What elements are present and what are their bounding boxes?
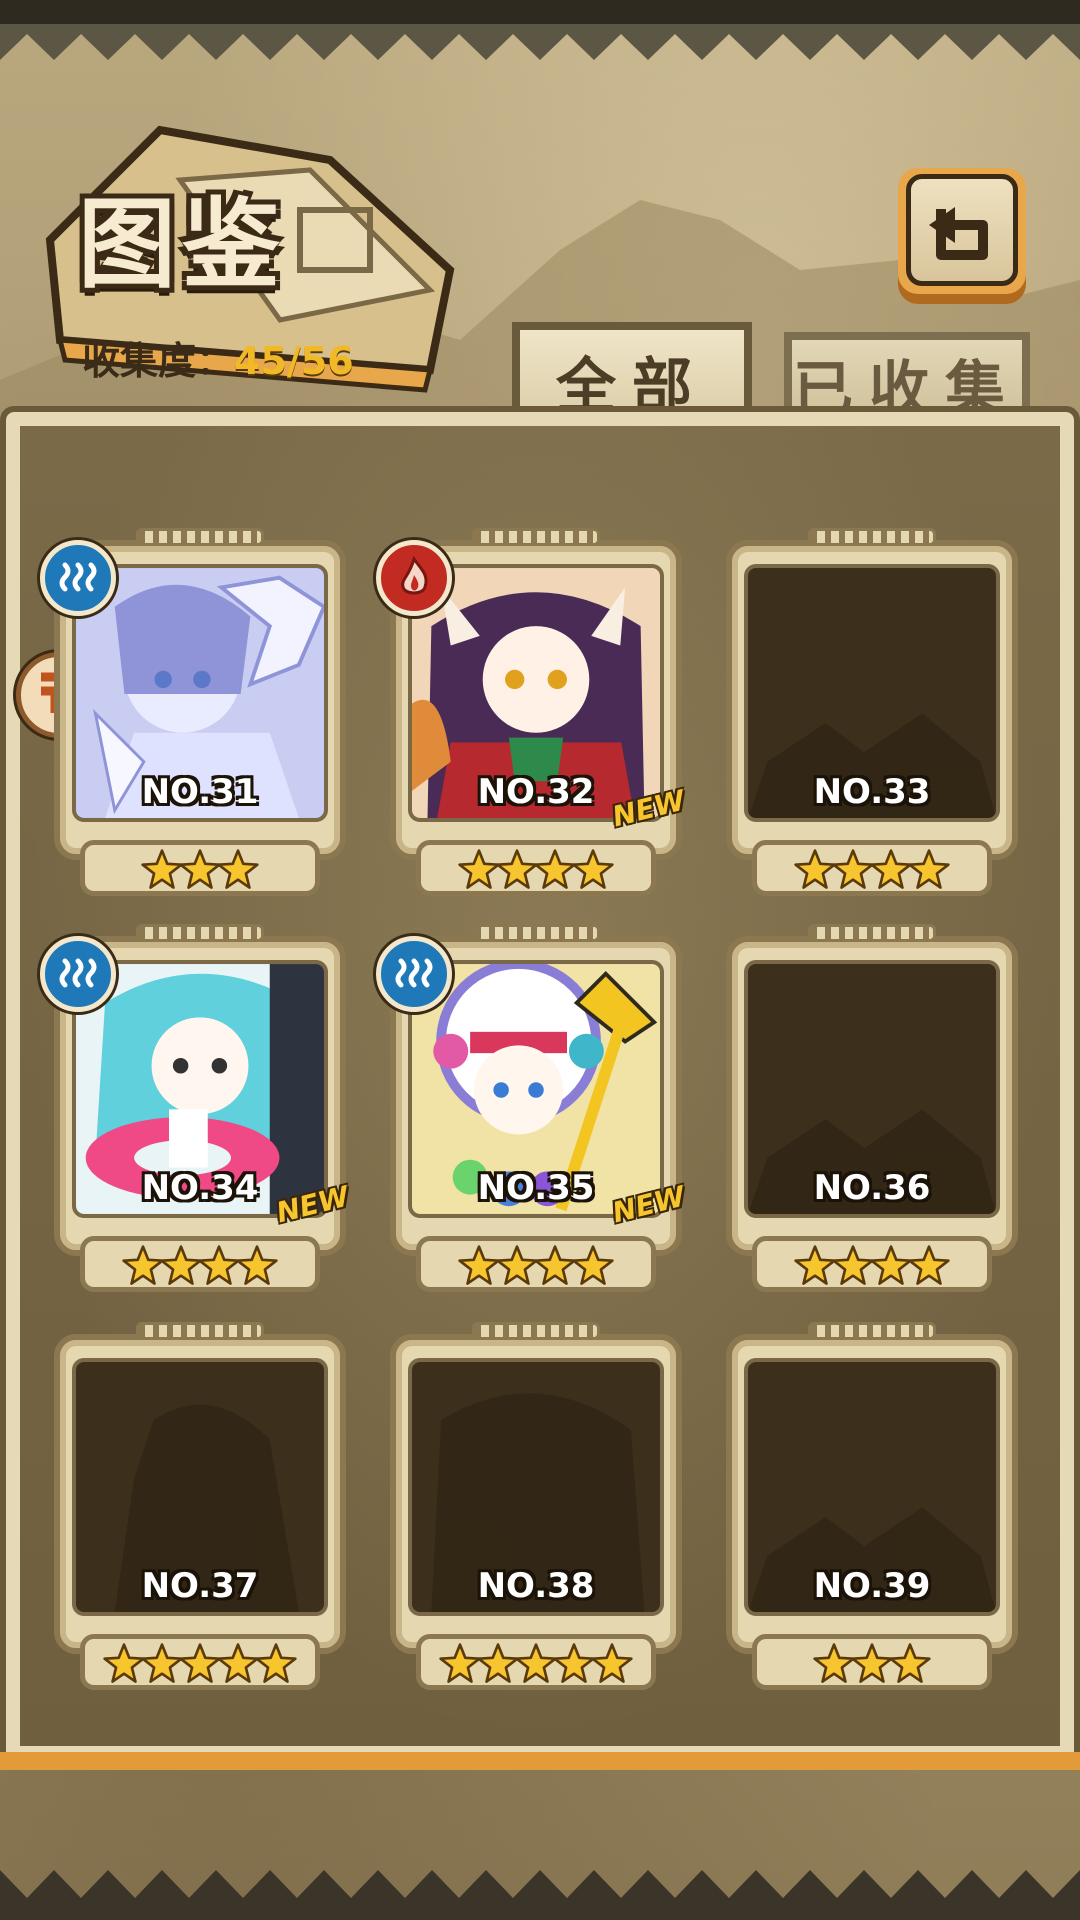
frame-ornament [472, 924, 600, 942]
star-icon [217, 849, 259, 889]
star-rating [712, 1236, 1032, 1296]
star-rating [40, 1236, 360, 1296]
star-icon [572, 849, 614, 889]
water-element-badge [40, 540, 116, 616]
water-element-icon [59, 562, 97, 592]
card-number: NO.38 [477, 1566, 595, 1606]
collection-card[interactable]: NO.34 NEW [40, 924, 360, 1296]
back-button[interactable] [898, 168, 1026, 304]
star-icon [908, 849, 950, 889]
star-rating [712, 840, 1032, 900]
frame-ornament [808, 1322, 936, 1340]
frame-ornament [808, 528, 936, 546]
star-icon [255, 1643, 297, 1683]
page-title: 图鉴 [78, 187, 287, 302]
star-icon [236, 1245, 278, 1285]
frame-ornament [136, 1322, 264, 1340]
star-icon [908, 1245, 950, 1285]
star-rating [376, 840, 696, 900]
star-rating [712, 1634, 1032, 1694]
collection-card[interactable]: NO.39 [712, 1322, 1032, 1694]
card-number: NO.39 [813, 1566, 931, 1606]
star-rating [376, 1236, 696, 1296]
collection-progress: 收集度：45/56 [82, 330, 354, 385]
star-rating [40, 1634, 360, 1694]
fire-element-badge [376, 540, 452, 616]
water-element-badge [376, 936, 452, 1012]
frame-ornament [472, 528, 600, 546]
star-icon [591, 1643, 633, 1683]
collection-value: 45/56 [234, 339, 354, 383]
return-arrow-icon [929, 207, 988, 260]
frame-ornament [472, 1322, 600, 1340]
card-number: NO.37 [141, 1566, 259, 1606]
star-rating [376, 1634, 696, 1694]
collection-label: 收集度： [82, 339, 235, 383]
collection-card[interactable]: NO.31 [40, 528, 360, 900]
star-icon [572, 1245, 614, 1285]
panel-bottom-bar [0, 1752, 1080, 1770]
frame-ornament [808, 924, 936, 942]
fire-element-icon [401, 555, 428, 595]
collection-card[interactable]: NO.33 [712, 528, 1032, 900]
collection-card[interactable]: NO.37 [40, 1322, 360, 1694]
star-rating [40, 840, 360, 900]
collection-card[interactable]: NO.32 NEW [376, 528, 696, 900]
collection-card[interactable]: NO.35 NEW [376, 924, 696, 1296]
top-zigzag-border [0, 0, 1080, 60]
bottom-zigzag-border [0, 1870, 1080, 1920]
collection-card[interactable]: NO.38 [376, 1322, 696, 1694]
frame-ornament [136, 528, 264, 546]
star-icon [889, 1643, 931, 1683]
water-element-badge [40, 936, 116, 1012]
frame-ornament [136, 924, 264, 942]
water-element-icon [59, 958, 97, 988]
card-number: NO.36 [813, 1168, 931, 1208]
card-number: NO.31 [141, 772, 259, 812]
water-element-icon [395, 958, 433, 988]
collection-card[interactable]: NO.36 [712, 924, 1032, 1296]
card-number: NO.33 [813, 772, 931, 812]
